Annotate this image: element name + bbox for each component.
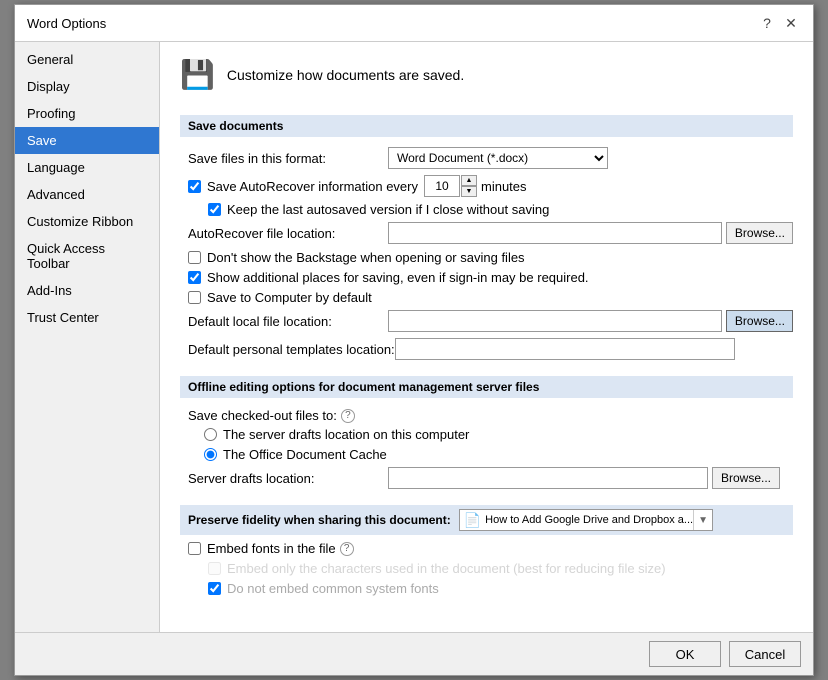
header-text: Customize how documents are saved. (227, 67, 464, 83)
dont-show-backstage-label: Don't show the Backstage when opening or… (207, 250, 525, 265)
help-icon-checked-out[interactable]: ? (341, 409, 355, 423)
autorecover-minutes-input[interactable]: 10 (424, 175, 460, 197)
format-select[interactable]: Word Document (*.docx) (388, 147, 608, 169)
browse2-button[interactable]: Browse... (726, 310, 793, 332)
format-label: Save files in this format: (188, 151, 388, 166)
sidebar-item-quick-access[interactable]: Quick Access Toolbar (15, 235, 159, 277)
doc-icon: 📄 (464, 512, 481, 529)
embed-only-checkbox[interactable] (208, 562, 221, 575)
content-header: 💾 Customize how documents are saved. (180, 58, 793, 99)
dont-show-backstage-row: Don't show the Backstage when opening or… (180, 250, 793, 265)
server-drafts-row: Server drafts location: D:\Users\Andre\D… (180, 467, 793, 489)
radio-cache-label: The Office Document Cache (223, 447, 387, 462)
keep-autosaved-label: Keep the last autosaved version if I clo… (227, 202, 549, 217)
help-icon-embed-fonts[interactable]: ? (340, 542, 354, 556)
sidebar-item-add-ins[interactable]: Add-Ins (15, 277, 159, 304)
keep-autosaved-checkbox[interactable] (208, 203, 221, 216)
save-checked-out-label-row: Save checked-out files to: ? (180, 408, 793, 423)
embed-fonts-row: Embed fonts in the file ? (180, 541, 793, 556)
do-not-embed-label: Do not embed common system fonts (227, 581, 439, 596)
server-drafts-label: Server drafts location: (188, 471, 388, 486)
dialog-title: Word Options (27, 16, 106, 31)
sidebar-item-proofing[interactable]: Proofing (15, 100, 159, 127)
dialog-footer: OK Cancel (15, 632, 813, 675)
dont-show-backstage-checkbox[interactable] (188, 251, 201, 264)
preserve-fidelity-label: Preserve fidelity when sharing this docu… (188, 513, 451, 527)
radio-server-drafts[interactable] (204, 428, 217, 441)
browse3-button[interactable]: Browse... (712, 467, 780, 489)
sidebar-item-advanced[interactable]: Advanced (15, 181, 159, 208)
sidebar-item-save[interactable]: Save (15, 127, 159, 154)
radio-office-cache[interactable] (204, 448, 217, 461)
save-to-computer-label: Save to Computer by default (207, 290, 372, 305)
sidebar-item-display[interactable]: Display (15, 73, 159, 100)
autorecover-label: Save AutoRecover information every (207, 179, 418, 194)
minutes-spinner[interactable]: ▲ ▼ (461, 175, 477, 197)
save-checked-out-label: Save checked-out files to: (188, 408, 337, 423)
radio-office-cache-row: The Office Document Cache (180, 447, 793, 462)
preserve-fidelity-header: Preserve fidelity when sharing this docu… (180, 505, 793, 535)
embed-only-row: Embed only the characters used in the do… (180, 561, 793, 576)
show-additional-row: Show additional places for saving, even … (180, 270, 793, 285)
close-button[interactable]: ✕ (781, 13, 801, 33)
preserve-fidelity-select[interactable]: 📄 How to Add Google Drive and Dropbox a.… (459, 509, 713, 531)
save-documents-title: Save documents (180, 115, 793, 137)
dialog-body: General Display Proofing Save Language A… (15, 42, 813, 632)
autorecover-row: Save AutoRecover information every 10 ▲ … (180, 175, 793, 197)
format-row: Save files in this format: Word Document… (180, 147, 793, 169)
preserve-fidelity-section: Preserve fidelity when sharing this docu… (180, 505, 793, 596)
browse1-button[interactable]: Browse... (726, 222, 793, 244)
default-local-label: Default local file location: (188, 314, 388, 329)
sidebar-item-trust-center[interactable]: Trust Center (15, 304, 159, 331)
preserve-doc-name: How to Add Google Drive and Dropbox a... (485, 514, 693, 526)
save-to-computer-row: Save to Computer by default (180, 290, 793, 305)
preserve-dropdown-arrow[interactable]: ▼ (693, 510, 708, 530)
spinner-up[interactable]: ▲ (461, 175, 477, 186)
radio-server-label: The server drafts location on this compu… (223, 427, 469, 442)
sidebar-item-customize-ribbon[interactable]: Customize Ribbon (15, 208, 159, 235)
word-options-dialog: Word Options ? ✕ General Display Proofin… (14, 4, 814, 676)
embed-fonts-checkbox[interactable] (188, 542, 201, 555)
radio-server-drafts-row: The server drafts location on this compu… (180, 427, 793, 442)
server-drafts-path-input[interactable]: D:\Users\Andre\Documents\SharePoint Draf… (388, 467, 708, 489)
sidebar-item-general[interactable]: General (15, 46, 159, 73)
title-bar-controls: ? ✕ (757, 13, 801, 33)
cancel-button[interactable]: Cancel (729, 641, 801, 667)
autorecover-location-row: AutoRecover file location: D:\Users\Andr… (180, 222, 793, 244)
default-local-row: Default local file location: D:\Users\An… (180, 310, 793, 332)
default-templates-input[interactable] (395, 338, 735, 360)
title-bar: Word Options ? ✕ (15, 5, 813, 42)
save-to-computer-checkbox[interactable] (188, 291, 201, 304)
embed-only-label: Embed only the characters used in the do… (227, 561, 666, 576)
save-icon: 💾 (180, 58, 215, 91)
keep-autosaved-row: Keep the last autosaved version if I clo… (180, 202, 793, 217)
default-templates-row: Default personal templates location: (180, 338, 793, 360)
show-additional-label: Show additional places for saving, even … (207, 270, 589, 285)
help-button[interactable]: ? (757, 13, 777, 33)
offline-editing-title: Offline editing options for document man… (180, 376, 793, 398)
default-local-path-input[interactable]: D:\Users\Andre\Documents\ (388, 310, 722, 332)
do-not-embed-checkbox[interactable] (208, 582, 221, 595)
autorecover-path-input[interactable]: D:\Users\Andre\AppData\Roaming\Microsoft… (388, 222, 722, 244)
embed-fonts-label: Embed fonts in the file (207, 541, 336, 556)
minutes-text: minutes (481, 179, 527, 194)
spinner-down[interactable]: ▼ (461, 186, 477, 197)
content-panel: 💾 Customize how documents are saved. Sav… (160, 42, 813, 632)
sidebar: General Display Proofing Save Language A… (15, 42, 160, 632)
save-documents-section: Save documents Save files in this format… (180, 115, 793, 360)
offline-editing-section: Offline editing options for document man… (180, 376, 793, 489)
ok-button[interactable]: OK (649, 641, 721, 667)
show-additional-checkbox[interactable] (188, 271, 201, 284)
default-templates-label: Default personal templates location: (188, 342, 395, 357)
autorecover-location-label: AutoRecover file location: (188, 226, 388, 241)
sidebar-item-language[interactable]: Language (15, 154, 159, 181)
autorecover-checkbox[interactable] (188, 180, 201, 193)
do-not-embed-row: Do not embed common system fonts (180, 581, 793, 596)
